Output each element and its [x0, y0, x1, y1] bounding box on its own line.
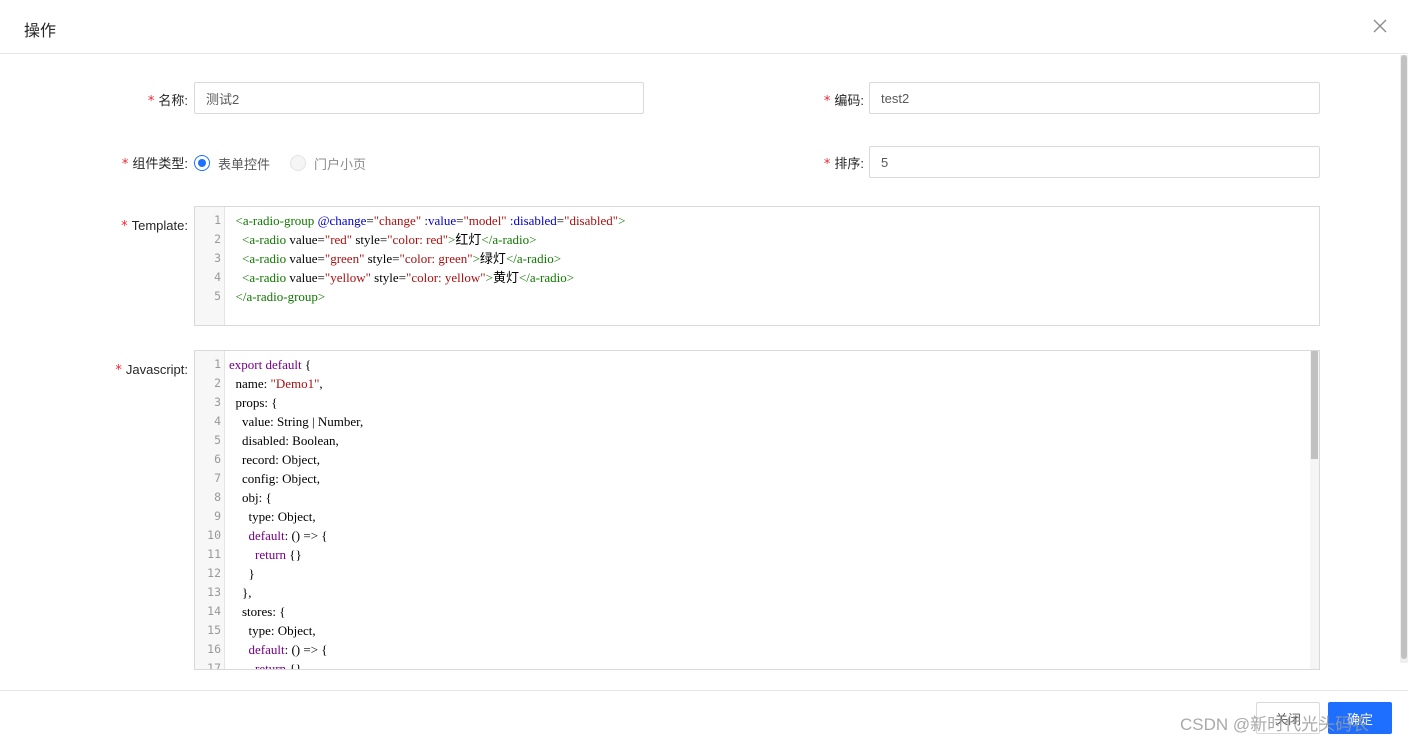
component-type-label-text: 组件类型: [132, 156, 188, 171]
line-number: 9 [214, 509, 221, 523]
code-text: return {} [255, 547, 302, 562]
code-text: <a-radio value="red" style="color: red">… [242, 232, 537, 247]
line-number: 11 [207, 547, 221, 561]
code-text: export default { [229, 357, 312, 372]
editor-scrollbar[interactable] [1310, 351, 1319, 669]
close-icon [1373, 19, 1387, 33]
sort-label-text: 排序: [834, 156, 864, 171]
line-number: 4 [214, 270, 221, 284]
line-number: 3 [214, 395, 221, 409]
code-text: record: Object, [229, 452, 320, 467]
line-number: 14 [207, 604, 221, 618]
code-text: type: Object, [229, 623, 316, 638]
code-text: obj: { [229, 490, 272, 505]
line-number: 1 [214, 357, 221, 371]
editor-scrollbar-thumb[interactable] [1311, 351, 1318, 459]
code-text: }, [229, 585, 252, 600]
modal-title: 操作 [24, 23, 57, 40]
radio-portal-widget[interactable]: 门户小页 [290, 153, 366, 173]
line-number: 12 [207, 566, 221, 580]
confirm-button[interactable]: 确定 [1328, 702, 1392, 734]
radio-form-control-label: 表单控件 [218, 156, 271, 172]
code-text: </a-radio-group> [235, 289, 326, 304]
template-label: * Template: [90, 218, 188, 238]
code-text: config: Object, [229, 471, 320, 486]
code-text: return {} [255, 661, 302, 670]
sort-input[interactable] [869, 146, 1320, 178]
line-number: 3 [214, 251, 221, 265]
line-number: 8 [214, 490, 221, 504]
line-number: 16 [207, 642, 221, 656]
line-number: 13 [207, 585, 221, 599]
code-text: stores: { [229, 604, 286, 619]
line-number: 5 [214, 289, 221, 303]
required-mark: * [147, 94, 155, 109]
modal-scrollbar-thumb[interactable] [1401, 55, 1407, 659]
line-number: 2 [214, 232, 221, 246]
name-label-text: 名称: [158, 93, 188, 108]
line-number: 5 [214, 433, 221, 447]
modal-body: *名称: *编码: *组件类型: 表单控件 门户小页 *排序: *Templat… [0, 55, 1408, 690]
close-button[interactable] [1368, 14, 1392, 38]
radio-form-control[interactable]: 表单控件 [194, 153, 270, 173]
code-label: * 编码: [780, 90, 864, 110]
name-input[interactable] [194, 82, 644, 114]
line-number: 1 [214, 213, 221, 227]
required-mark: * [823, 157, 831, 172]
sort-label: * 排序: [780, 153, 864, 173]
required-mark: * [121, 157, 129, 172]
modal-footer: 关闭 确定 [0, 690, 1408, 744]
required-mark: * [115, 363, 122, 378]
template-code-editor[interactable]: 1 <a-radio-group @change="change" :value… [194, 206, 1320, 326]
line-number: 15 [207, 623, 221, 637]
code-text: <a-radio-group @change="change" :value="… [235, 213, 626, 228]
code-text: disabled: Boolean, [229, 433, 339, 448]
line-number: 6 [214, 452, 221, 466]
template-label-text: Template: [131, 218, 188, 233]
code-text: default: () => { [248, 528, 328, 543]
line-number: 2 [214, 376, 221, 390]
code-text: name: "Demo1", [229, 376, 323, 391]
code-text: <a-radio value="green" style="color: gre… [242, 251, 562, 266]
radio-checked-icon [194, 155, 210, 171]
component-type-label: * 组件类型: [90, 153, 188, 173]
modal-header: 操作 [0, 0, 1408, 54]
radio-unchecked-icon [290, 155, 306, 171]
code-text: props: { [229, 395, 278, 410]
code-label-text: 编码: [834, 93, 864, 108]
required-mark: * [121, 219, 128, 234]
javascript-label-text: Javascript: [125, 362, 188, 377]
javascript-label: * Javascript: [90, 362, 188, 382]
line-number: 17 [207, 661, 221, 670]
line-number: 4 [214, 414, 221, 428]
radio-portal-widget-label: 门户小页 [314, 156, 367, 172]
code-input[interactable] [869, 82, 1320, 114]
modal-dialog: 操作 *名称: *编码: *组件类型: 表单控件 门户小页 *排序: *Temp… [0, 0, 1408, 744]
required-mark: * [823, 94, 831, 109]
code-text: default: () => { [248, 642, 328, 657]
javascript-code-editor[interactable]: 1 export default { 2 name: "Demo1", 3 props… [194, 350, 1320, 670]
close-dialog-button[interactable]: 关闭 [1256, 702, 1320, 734]
line-number: 10 [207, 528, 221, 542]
name-label: * 名称: [100, 90, 188, 110]
code-text: <a-radio value="yellow" style="color: ye… [242, 270, 575, 285]
code-text: type: Object, [229, 509, 316, 524]
code-text: value: String | Number, [229, 414, 364, 429]
modal-scrollbar[interactable] [1400, 55, 1408, 663]
code-text: } [229, 566, 255, 581]
line-number: 7 [214, 471, 221, 485]
